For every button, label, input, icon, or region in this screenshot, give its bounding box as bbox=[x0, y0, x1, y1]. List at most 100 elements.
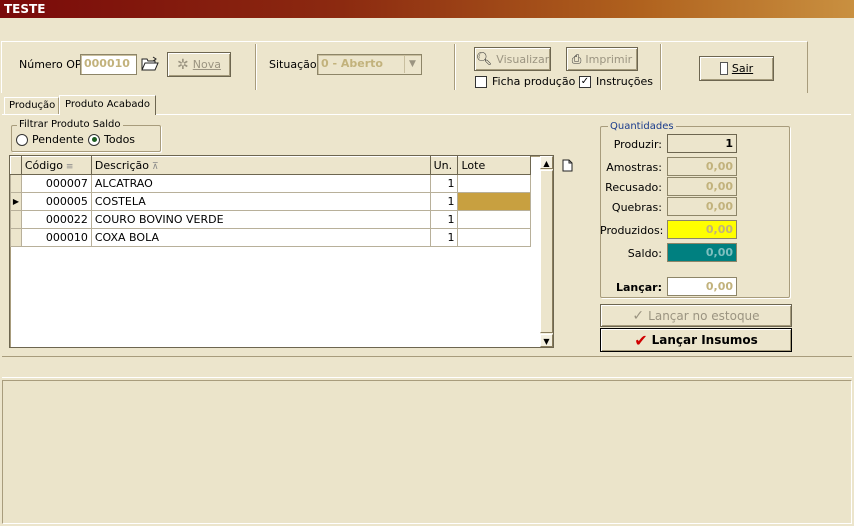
table-row[interactable]: 000022 COURO BOVINO VERDE 1 bbox=[10, 210, 531, 229]
cell-un[interactable]: 1 bbox=[429, 174, 459, 193]
quantidades-title: Quantidades bbox=[608, 121, 676, 132]
cell-codigo[interactable]: 000010 bbox=[20, 228, 92, 247]
checkmark-disabled-icon: ✓ bbox=[632, 307, 645, 324]
lancar-insumos-label: Lançar Insumos bbox=[651, 333, 758, 347]
lancar-insumos-button[interactable]: ✔ Lançar Insumos bbox=[600, 328, 792, 352]
table-row[interactable]: 000007 ALCATRAO 1 bbox=[10, 174, 531, 193]
produzidos-value: 0,00 bbox=[667, 220, 737, 239]
cell-descricao[interactable]: ALCATRAO bbox=[90, 174, 431, 193]
cell-codigo[interactable]: 000007 bbox=[20, 174, 92, 193]
sort-asc-icon: ⊼ bbox=[148, 162, 159, 172]
saldo-value: 0,00 bbox=[667, 243, 737, 262]
product-table: Código ≡ Descrição ⊼ Un. Lote 000007 ALCA… bbox=[10, 156, 531, 247]
amostras-label: Amostras: bbox=[606, 161, 662, 174]
ficha-producao-box[interactable] bbox=[475, 75, 487, 88]
row-indicator-header bbox=[10, 156, 22, 175]
lancar-label: Lançar: bbox=[615, 281, 662, 294]
scroll-thumb[interactable] bbox=[540, 170, 553, 333]
cell-codigo[interactable]: 000005 bbox=[20, 192, 92, 211]
visualizar-label: Visualizar bbox=[496, 52, 550, 66]
nova-label: Nova bbox=[192, 58, 221, 71]
column-descricao-label: Descrição bbox=[94, 159, 149, 172]
lancar-input[interactable]: 0,00 bbox=[667, 277, 737, 296]
column-header-lote[interactable]: Lote bbox=[457, 156, 531, 175]
cell-un[interactable]: 1 bbox=[429, 228, 459, 247]
numero-op-field[interactable]: 000010 bbox=[80, 54, 137, 75]
imprimir-label: Imprimir bbox=[585, 52, 633, 66]
vertical-scrollbar[interactable]: ▲ ▼ bbox=[540, 156, 553, 347]
table-row[interactable]: ▶ 000005 COSTELA 1 bbox=[10, 192, 531, 211]
window-title: TESTE bbox=[0, 0, 854, 18]
radio-todos[interactable]: Todos bbox=[88, 133, 135, 146]
toolbar-divider-3 bbox=[660, 44, 662, 90]
scroll-down-button[interactable]: ▼ bbox=[540, 334, 553, 347]
quebras-label: Quebras: bbox=[611, 201, 662, 214]
radio-todos-label: Todos bbox=[104, 133, 136, 146]
sair-button[interactable]: Sair bbox=[699, 56, 774, 81]
instrucoes-label: Instruções bbox=[596, 75, 654, 88]
numero-op-label: Número OP: bbox=[19, 58, 86, 71]
column-codigo-label: Código bbox=[24, 159, 64, 172]
situacao-label: Situação: bbox=[269, 58, 321, 71]
instrucoes-box[interactable]: ✓ bbox=[579, 75, 591, 88]
lancar-estoque-button[interactable]: ✓ Lançar no estoque bbox=[600, 304, 792, 327]
row-indicator bbox=[10, 210, 22, 229]
cell-lote[interactable] bbox=[457, 174, 531, 193]
column-header-codigo[interactable]: Código ≡ bbox=[20, 156, 92, 175]
printer-icon: ⎙ bbox=[571, 51, 582, 66]
sort-icon: ≡ bbox=[63, 162, 74, 172]
nova-button[interactable]: ✲ Nova bbox=[167, 52, 231, 77]
chevron-down-icon[interactable]: ▼ bbox=[404, 56, 420, 73]
cell-un[interactable]: 1 bbox=[429, 192, 459, 211]
recusado-value[interactable]: 0,00 bbox=[667, 177, 737, 196]
sair-label: Sair bbox=[731, 62, 754, 75]
cell-lote[interactable] bbox=[457, 192, 531, 211]
ficha-producao-label: Ficha produção bbox=[492, 75, 576, 88]
cell-lote[interactable] bbox=[457, 228, 531, 247]
row-indicator: ▶ bbox=[10, 192, 22, 211]
saldo-label: Saldo: bbox=[627, 247, 662, 260]
amostras-value[interactable]: 0,00 bbox=[667, 157, 737, 176]
radio-todos-circle[interactable] bbox=[88, 133, 100, 146]
tab-producao[interactable]: Produção bbox=[4, 97, 59, 114]
imprimir-button[interactable]: ⎙ Imprimir bbox=[566, 47, 638, 71]
product-grid[interactable]: Código ≡ Descrição ⊼ Un. Lote 000007 ALCA… bbox=[9, 155, 554, 348]
column-header-descricao[interactable]: Descrição ⊼ bbox=[90, 156, 431, 175]
instrucoes-checkbox[interactable]: ✓ Instruções bbox=[579, 75, 653, 88]
table-header-row: Código ≡ Descrição ⊼ Un. Lote bbox=[10, 156, 531, 175]
recusado-label: Recusado: bbox=[605, 181, 662, 194]
status-strip bbox=[2, 356, 852, 378]
magnifier-document-icon: 🔍︎ bbox=[475, 51, 493, 67]
produzir-value: 1 bbox=[667, 134, 737, 153]
situacao-value: 0 - Aberto bbox=[321, 57, 383, 70]
cell-un[interactable]: 1 bbox=[429, 210, 459, 229]
new-document-icon: ✲ bbox=[177, 56, 189, 73]
cell-descricao[interactable]: COXA BOLA bbox=[90, 228, 431, 247]
cell-descricao[interactable]: COURO BOVINO VERDE bbox=[90, 210, 431, 229]
cell-lote[interactable] bbox=[457, 210, 531, 229]
quebras-value[interactable]: 0,00 bbox=[667, 197, 737, 216]
checkmark-red-icon: ✔ bbox=[634, 330, 648, 350]
new-page-icon[interactable] bbox=[562, 159, 573, 172]
cell-codigo[interactable]: 000022 bbox=[20, 210, 92, 229]
lancar-estoque-label: Lançar no estoque bbox=[648, 308, 760, 323]
tab-produto-acabado[interactable]: Produto Acabado bbox=[59, 95, 156, 115]
cell-descricao[interactable]: COSTELA bbox=[90, 192, 431, 211]
toolbar-divider-1 bbox=[255, 44, 257, 90]
row-indicator bbox=[10, 228, 22, 247]
visualizar-button[interactable]: 🔍︎ Visualizar bbox=[474, 47, 551, 71]
situacao-select[interactable]: 0 - Aberto ▼ bbox=[317, 54, 422, 75]
folder-open-icon[interactable] bbox=[141, 56, 159, 72]
table-row[interactable]: 000010 COXA BOLA 1 bbox=[10, 228, 531, 247]
scroll-up-button[interactable]: ▲ bbox=[540, 156, 553, 169]
door-exit-icon bbox=[719, 62, 728, 75]
radio-pendente-label: Pendente bbox=[32, 133, 84, 146]
toolbar-divider-2 bbox=[454, 44, 456, 90]
radio-pendente[interactable]: Pendente bbox=[16, 133, 84, 146]
produzir-label: Produzir: bbox=[613, 138, 662, 151]
row-indicator bbox=[10, 174, 22, 193]
radio-pendente-circle[interactable] bbox=[16, 133, 28, 146]
column-header-un[interactable]: Un. bbox=[429, 156, 459, 175]
ficha-producao-checkbox[interactable]: Ficha produção bbox=[475, 75, 575, 88]
filter-title: Filtrar Produto Saldo bbox=[17, 119, 123, 130]
